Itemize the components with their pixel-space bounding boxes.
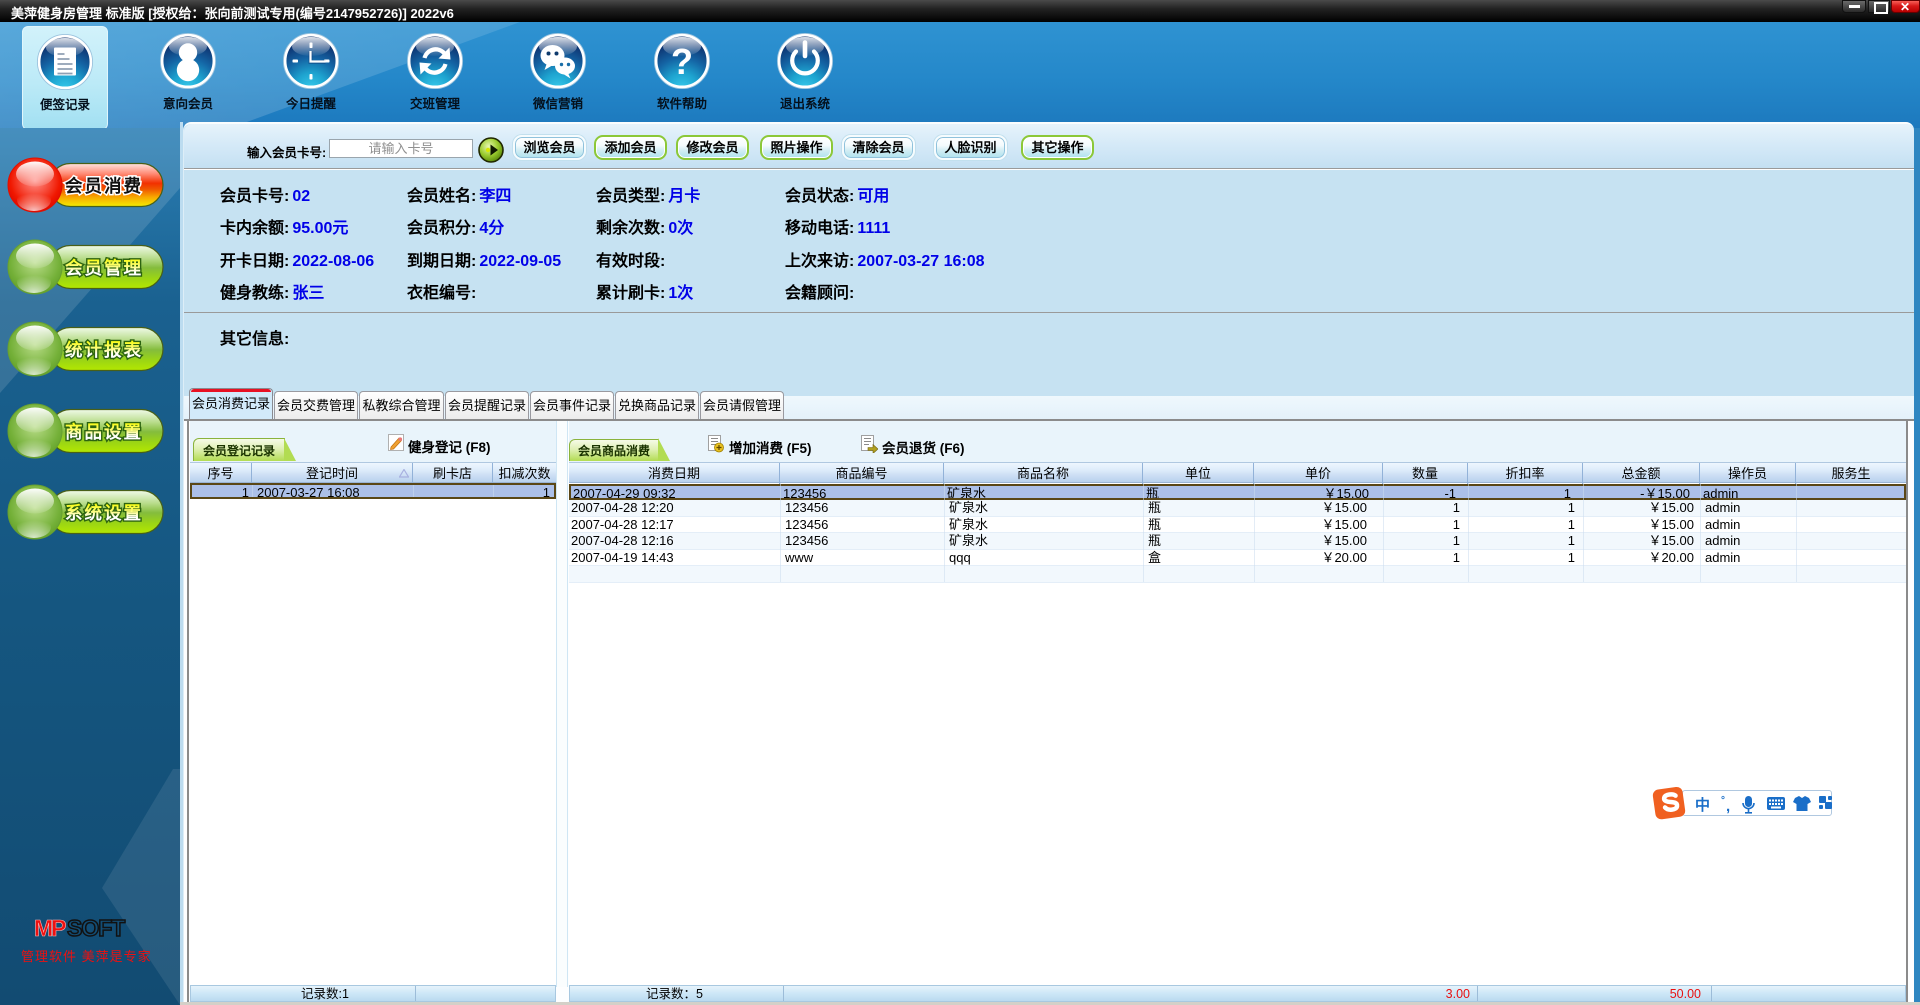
svg-text:会员消费: 会员消费: [65, 176, 143, 196]
svg-text:°: °: [1721, 795, 1725, 806]
svg-text:SOFT: SOFT: [67, 915, 125, 941]
svg-text:?: ?: [671, 41, 693, 82]
svg-text:商品设置: 商品设置: [65, 422, 143, 442]
svg-text:MP: MP: [34, 915, 66, 941]
svg-text:,: ,: [1726, 798, 1730, 815]
svg-text:统计报表: 统计报表: [65, 340, 143, 360]
svg-text:中: 中: [1695, 796, 1710, 814]
svg-text:会员管理: 会员管理: [65, 258, 143, 278]
svg-text:系统设置: 系统设置: [65, 503, 143, 523]
